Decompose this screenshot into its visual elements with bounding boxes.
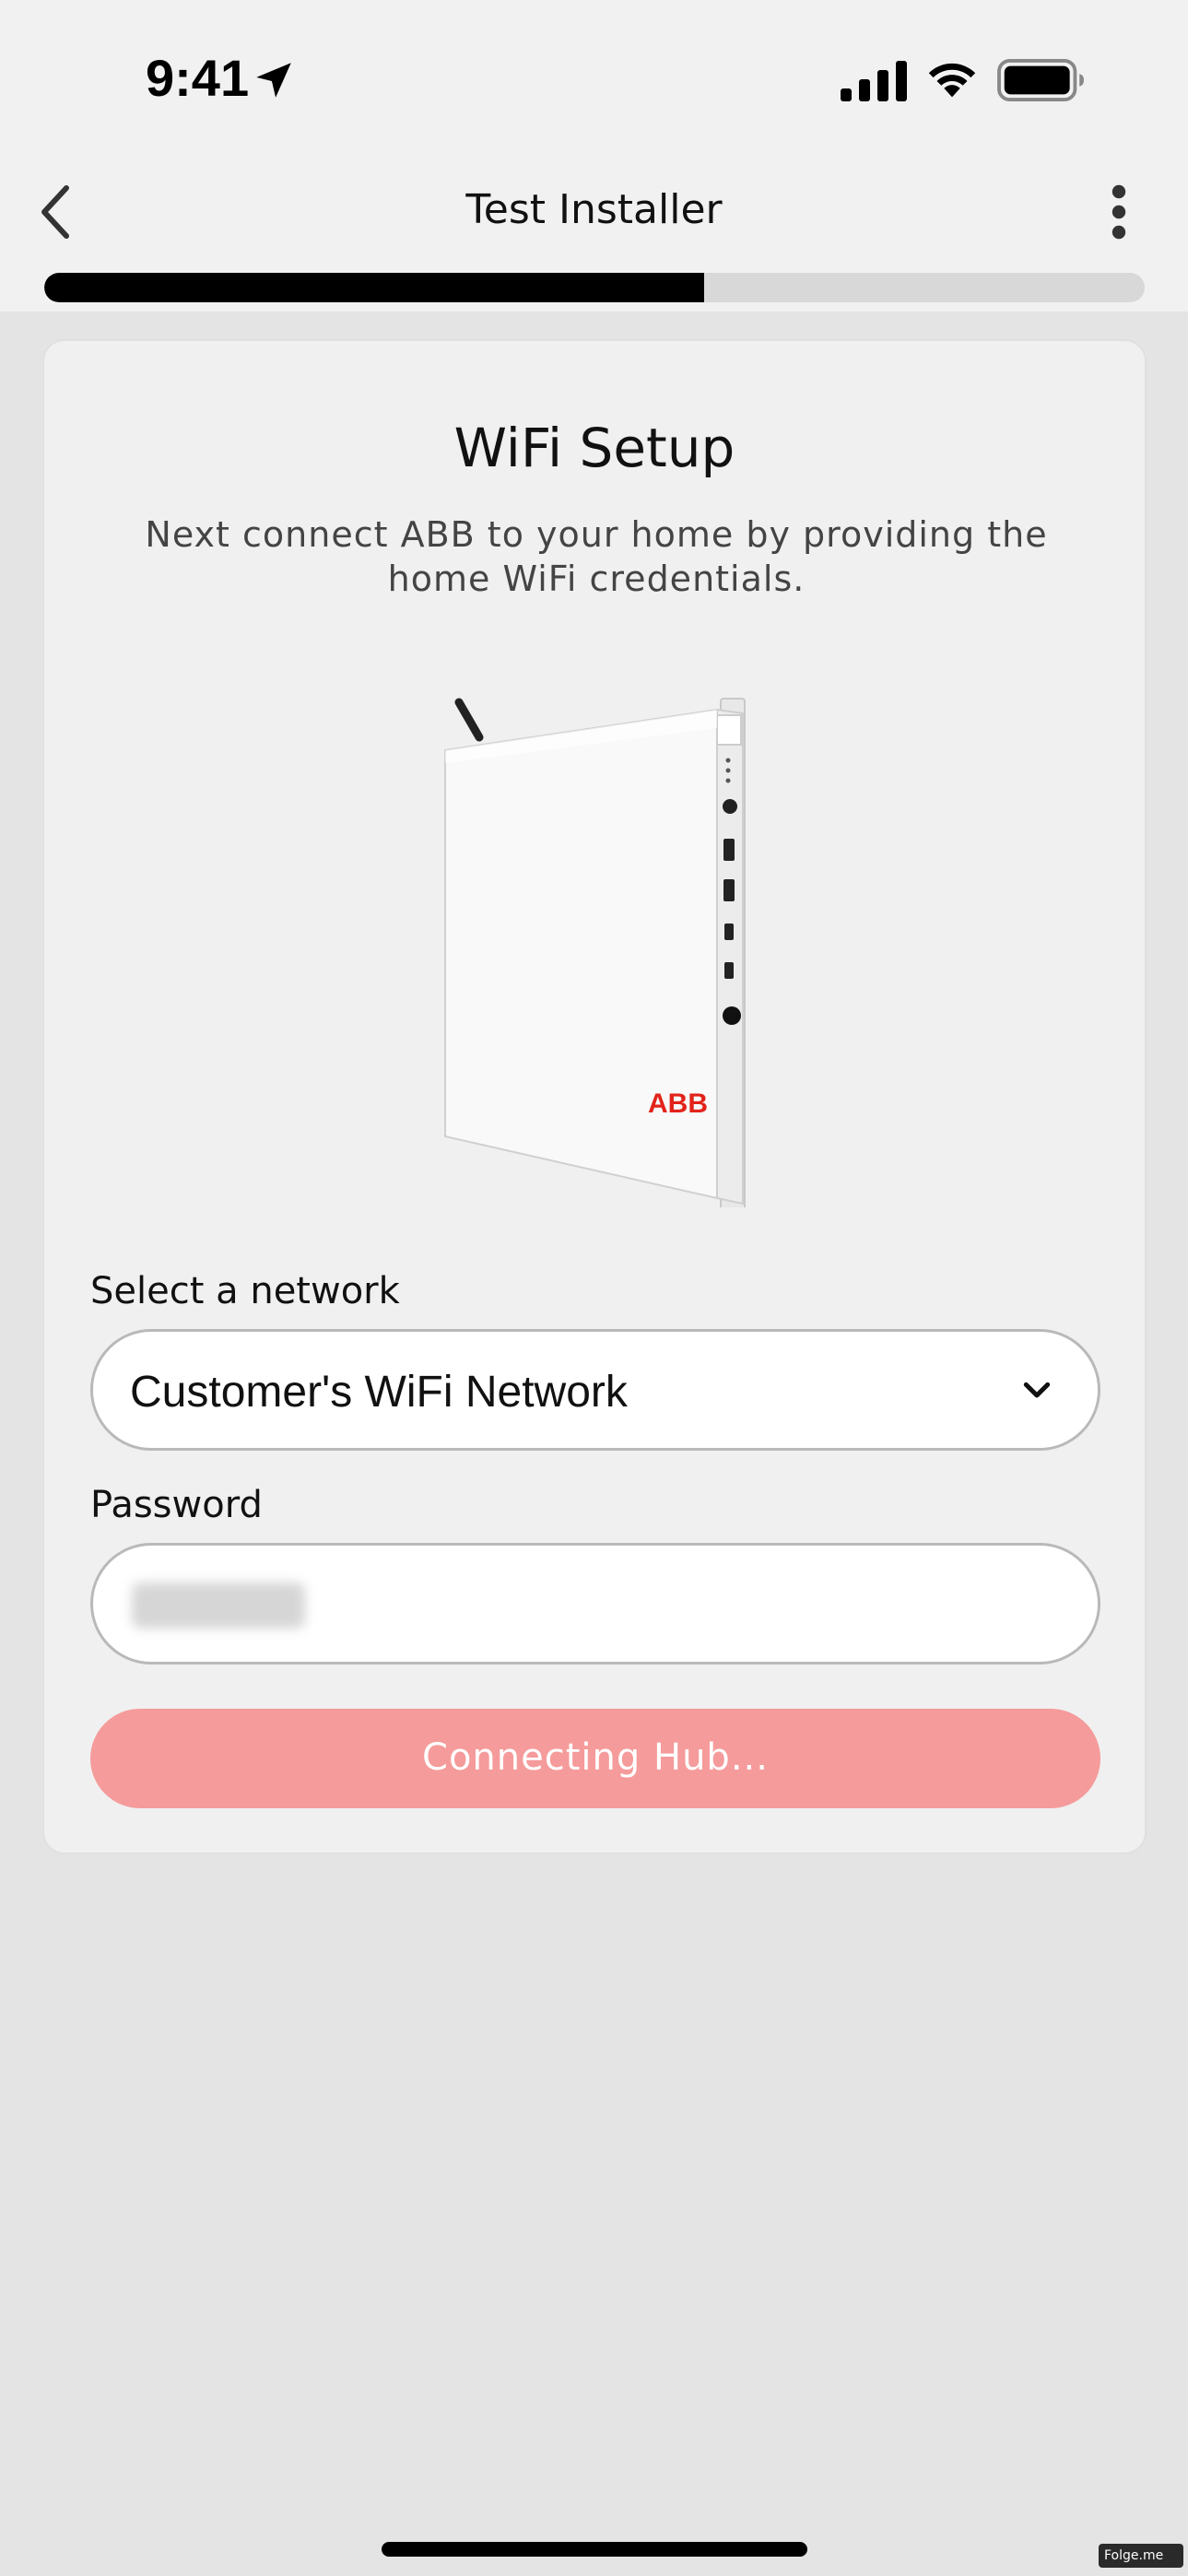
password-field[interactable]: [90, 1543, 1100, 1664]
network-select[interactable]: Customer's WiFi Network: [90, 1329, 1100, 1451]
status-time: 9:41: [146, 49, 250, 107]
chevron-down-icon: [1023, 1382, 1051, 1398]
connect-button-label: Connecting Hub...: [422, 1736, 769, 1779]
wifi-setup-screen: 9:41 Test Installer WiFi Setup Next conn…: [0, 0, 1188, 2576]
setup-progress-bar: [44, 273, 1145, 302]
header-area: 9:41 Test Installer: [0, 0, 1188, 312]
watermark: Folge.me: [1099, 2544, 1183, 2568]
abb-logo: ABB: [648, 1088, 708, 1119]
progress-fill: [44, 273, 705, 302]
password-label: Password: [90, 1484, 263, 1526]
card-title: WiFi Setup: [453, 417, 735, 479]
cellular-signal-icon: [841, 61, 907, 101]
more-vertical-icon[interactable]: [1102, 184, 1135, 240]
connect-hub-button[interactable]: Connecting Hub...: [90, 1709, 1100, 1808]
battery-full-icon: [997, 59, 1084, 101]
abb-hub-device-image: ABB: [444, 698, 746, 1207]
home-indicator[interactable]: [382, 2542, 807, 2557]
network-select-value: Customer's WiFi Network: [130, 1368, 628, 1417]
location-arrow-icon: [256, 63, 291, 98]
page-title: Test Installer: [465, 186, 723, 233]
wifi-setup-card: WiFi Setup Next connect ABB to your home…: [42, 339, 1147, 1854]
wifi-icon: [928, 63, 976, 98]
password-value-blurred: [132, 1582, 305, 1629]
network-label: Select a network: [90, 1270, 400, 1312]
card-description: Next connect ABB to your home by providi…: [145, 514, 1048, 599]
